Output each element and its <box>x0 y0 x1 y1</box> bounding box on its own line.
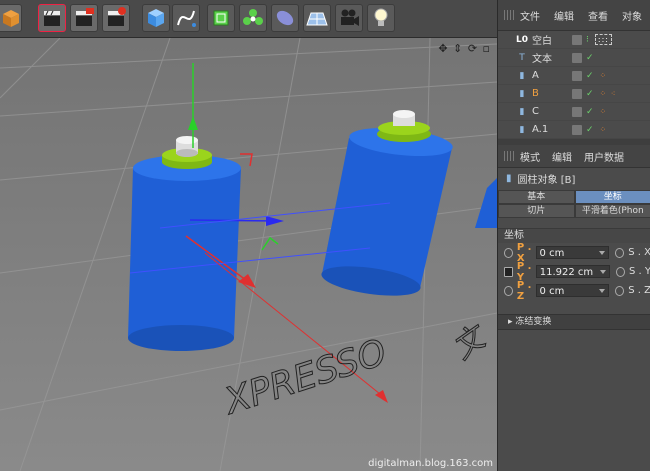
cylinder-icon: ▮ <box>519 88 525 99</box>
coord-row-pz: P . Z 0 cm S . Z <box>498 279 650 302</box>
freeze-transform-label: 冻结变换 <box>515 317 552 327</box>
xpresso-tag-icon[interactable]: ::: <box>594 34 612 45</box>
keyframe-radio[interactable] <box>504 266 513 277</box>
keyframe-radio[interactable] <box>615 285 625 296</box>
light-icon[interactable] <box>367 4 395 32</box>
layer-checkbox[interactable] <box>572 88 582 99</box>
cylinder-object-c <box>475 178 497 228</box>
position-z-field[interactable]: 0 cm <box>535 284 610 297</box>
cylinder-object-a <box>128 136 241 351</box>
scale-label: S . Z <box>628 285 650 296</box>
attribute-tabs-row2: 切片 平滑着色(Phon <box>498 204 650 218</box>
keyframe-radio[interactable] <box>615 247 625 258</box>
menu-user-data[interactable]: 用户数据 <box>584 149 624 164</box>
material-tag-icon[interactable]: ⁘ <box>600 125 608 134</box>
object-name: 空白 <box>532 36 552 47</box>
cylinder-object-b <box>321 110 453 296</box>
keyframe-radio[interactable] <box>504 285 513 296</box>
material-tag-icon[interactable]: ⁘ <box>600 107 608 116</box>
cube-icon[interactable] <box>0 4 22 32</box>
spline-icon[interactable] <box>172 4 200 32</box>
menu-edit[interactable]: 编辑 <box>554 8 574 23</box>
attribute-tabs: 基本 坐标 <box>498 190 650 204</box>
cylinder-icon: ▮ <box>519 124 525 135</box>
object-title-text: 圆柱对象 [B] <box>517 174 576 186</box>
object-row-text[interactable]: T 文本 ✓ <box>498 49 650 67</box>
main-toolbar <box>0 0 497 38</box>
material-tag-icon[interactable]: ⁘ <box>600 71 608 80</box>
keyframe-radio[interactable] <box>616 266 625 277</box>
object-name: C <box>532 106 539 117</box>
freeze-transform-group[interactable]: ▸ 冻结变换 <box>498 314 650 330</box>
menu-attr-edit[interactable]: 编辑 <box>552 149 572 164</box>
keyframe-radio[interactable] <box>504 247 513 258</box>
coord-label: P . Z <box>516 279 532 302</box>
layer-checkbox[interactable] <box>572 34 582 45</box>
tab-basic[interactable]: 基本 <box>498 190 575 204</box>
position-x-field[interactable]: 0 cm <box>535 246 610 259</box>
material-tag-icon[interactable]: ⁘ ⁖ <box>600 89 617 98</box>
menu-view[interactable]: 查看 <box>588 8 608 23</box>
text-icon: T <box>519 52 525 63</box>
menu-file[interactable]: 文件 <box>520 8 540 23</box>
grip-icon[interactable] <box>504 151 514 161</box>
object-row-a[interactable]: ▮ A ✓ ⁘ <box>498 67 650 85</box>
object-row-null[interactable]: L0 空白 ⁝ ::: <box>498 31 650 49</box>
cube-primitive-icon[interactable] <box>142 4 170 32</box>
object-row-b[interactable]: ▮ B ✓ ⁘ ⁖ <box>498 85 650 103</box>
visibility-icon[interactable]: ⁝ <box>586 35 589 45</box>
tab-slice[interactable]: 切片 <box>498 204 575 218</box>
watermark: digitalman.blog.163.com <box>368 458 493 469</box>
xpresso-text-object: XPRESSO <box>218 332 391 423</box>
cylinder-icon: ▮ <box>519 70 525 81</box>
menu-object[interactable]: 对象 <box>622 8 642 23</box>
position-y-field[interactable]: 11.922 cm <box>535 265 611 278</box>
enabled-check-icon[interactable]: ✓ <box>586 89 594 99</box>
tab-phong-shading[interactable]: 平滑着色(Phon <box>574 204 650 218</box>
floor-icon[interactable] <box>303 4 331 32</box>
cylinder-icon: ▮ <box>519 106 525 117</box>
camera-icon[interactable] <box>335 4 363 32</box>
enabled-check-icon[interactable]: ✓ <box>586 125 594 135</box>
coord-row-py: P . Y 11.922 cm S . Y <box>498 261 650 283</box>
menu-mode[interactable]: 模式 <box>520 149 540 164</box>
cloner-icon[interactable] <box>239 4 267 32</box>
enabled-check-icon[interactable]: ✓ <box>586 71 594 81</box>
scale-label: S . Y <box>629 266 650 277</box>
clapper-icon[interactable] <box>38 4 66 32</box>
attribute-manager-menubar: 模式 编辑 用户数据 <box>498 145 650 168</box>
subdivision-icon[interactable] <box>207 4 235 32</box>
tab-coordinates[interactable]: 坐标 <box>574 190 650 204</box>
object-name: B <box>532 88 539 99</box>
coord-row-px: P . X 0 cm S . X <box>498 242 650 264</box>
deformer-icon[interactable] <box>271 4 299 32</box>
object-name: 文本 <box>532 54 552 65</box>
enabled-check-icon[interactable]: ✓ <box>586 53 594 63</box>
layer-checkbox[interactable] <box>572 124 582 135</box>
cylinder-icon: ▮ <box>506 172 512 184</box>
object-name: A <box>532 70 539 81</box>
3d-viewport[interactable]: XPRESSO 文 ✥ ⇕ ⟳ ▫ digitalman.blog.163.co… <box>0 38 497 471</box>
clapper-settings-icon[interactable] <box>102 4 130 32</box>
text-object-glyph: 文 <box>447 318 495 366</box>
layer-checkbox[interactable] <box>572 70 582 81</box>
attribute-object-title: ▮ 圆柱对象 [B] <box>498 168 650 188</box>
scale-label: S . X <box>628 247 650 258</box>
grip-icon[interactable] <box>504 10 514 20</box>
layer-checkbox[interactable] <box>572 52 582 63</box>
object-row-a1[interactable]: ▮ A.1 ✓ ⁘ <box>498 121 650 139</box>
null-icon: L0 <box>516 34 528 45</box>
viewport-navigation-icons[interactable]: ✥ ⇕ ⟳ ▫ <box>438 42 491 55</box>
clapper-edit-icon[interactable] <box>70 4 98 32</box>
layer-checkbox[interactable] <box>572 106 582 117</box>
object-list: L0 空白 ⁝ ::: T 文本 ✓ ▮ A ✓ ⁘ ▮ B ✓ ⁘ ⁖ ▮ C… <box>498 31 650 139</box>
object-manager-menubar: 文件 编辑 查看 对象 <box>498 0 650 31</box>
object-name: A.1 <box>532 124 549 135</box>
object-row-c[interactable]: ▮ C ✓ ⁘ <box>498 103 650 121</box>
viewport-scene: XPRESSO 文 <box>0 38 497 471</box>
right-panel: 文件 编辑 查看 对象 L0 空白 ⁝ ::: T 文本 ✓ ▮ A ✓ ⁘ ▮… <box>497 0 650 471</box>
enabled-check-icon[interactable]: ✓ <box>586 107 594 117</box>
